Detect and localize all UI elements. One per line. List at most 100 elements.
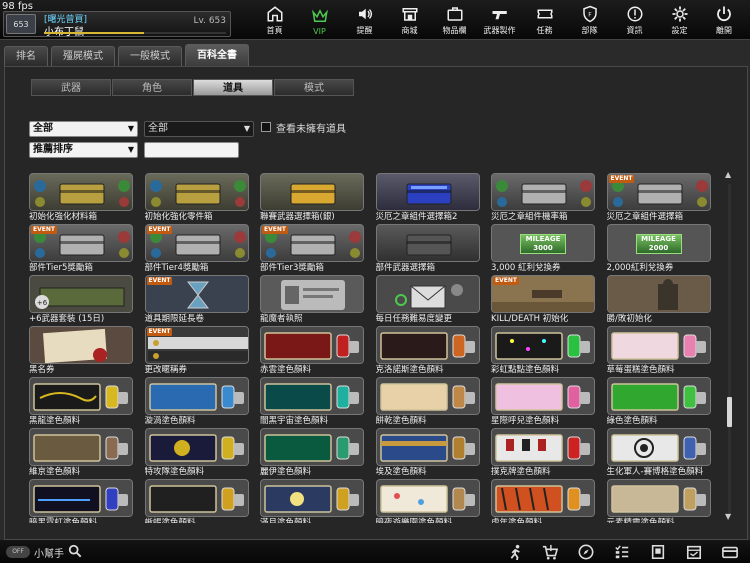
item-card[interactable]: 蜥蜴塗色顏料 xyxy=(144,479,249,523)
compass-button[interactable] xyxy=(568,542,604,561)
item-image xyxy=(492,174,594,210)
item-card[interactable]: 彩虹點點塗色顏料 xyxy=(491,326,595,377)
scrollbar-thumb[interactable] xyxy=(727,397,732,427)
item-card[interactable]: EVENT 災厄之章組件選擇箱 xyxy=(606,173,711,224)
item-card[interactable]: EVENT 道具期限延長卷 xyxy=(144,275,249,326)
item-card[interactable]: 草莓蛋糕塗色顏料 xyxy=(606,326,711,377)
item-thumbnail xyxy=(29,326,133,364)
item-card[interactable]: 初始化強化材料箱 xyxy=(29,173,133,224)
scrollbar-track[interactable] xyxy=(728,184,731,514)
item-card[interactable]: 元素精靈塗色顏料 xyxy=(606,479,711,523)
subtab-characters[interactable]: 角色 xyxy=(112,79,192,96)
item-card[interactable]: EVENT 更改暱稱券 xyxy=(144,326,249,377)
show-unowned-label: 查看未擁有道具 xyxy=(276,124,346,135)
nav-home[interactable]: 首頁 xyxy=(252,2,297,38)
item-card[interactable]: 赤雲塗色顏料 xyxy=(260,326,364,377)
bookmark-button[interactable] xyxy=(640,542,676,561)
item-card[interactable]: MILEAGE 2000 2,000紅利兌換券 xyxy=(606,224,711,275)
item-card[interactable]: 每日任務難易度變更 xyxy=(375,275,480,326)
scroll-up-icon[interactable]: ▲ xyxy=(725,170,731,179)
item-image xyxy=(145,480,248,516)
helper-toggle[interactable]: OFF xyxy=(6,546,30,558)
event-badge: EVENT xyxy=(608,175,635,183)
item-name: +6武器套裝 (15日) xyxy=(29,314,105,324)
item-card[interactable]: 虎年塗色顏料 xyxy=(491,479,595,523)
item-card[interactable]: 特攻隊塗色顏料 xyxy=(144,428,249,479)
shop-icon xyxy=(402,8,417,21)
item-card[interactable]: 龍魔者執照 xyxy=(260,275,364,326)
item-name: KILL/DEATH 初始化 xyxy=(491,314,569,324)
nav-bag[interactable]: 物品欄 xyxy=(432,2,477,38)
item-image xyxy=(30,327,132,363)
item-card[interactable]: EVENT 部件Tier3獎勵箱 xyxy=(260,224,364,275)
nav-gear[interactable]: 設定 xyxy=(657,2,702,38)
item-card[interactable]: 星際呼兒塗色顏料 xyxy=(491,377,595,428)
item-card[interactable]: EVENT 部件Tier4獎勵箱 xyxy=(144,224,249,275)
item-card[interactable]: 災厄之章組件機率箱 xyxy=(491,173,595,224)
item-card[interactable]: 綠色塗色顏料 xyxy=(606,377,711,428)
nav-crown[interactable]: VIP xyxy=(297,2,342,38)
show-unowned-checkbox[interactable] xyxy=(261,122,271,132)
player-level: Lv. 653 xyxy=(193,16,226,26)
tab-zombie-mode[interactable]: 殭屍模式 xyxy=(51,46,115,66)
nav-label: 設定 xyxy=(671,26,688,35)
nav-shop[interactable]: 商城 xyxy=(387,2,432,38)
subtab-modes[interactable]: 模式 xyxy=(274,79,354,96)
scroll-down-icon[interactable]: ▼ xyxy=(725,512,731,521)
subcategory-select[interactable]: 全部 ▼ xyxy=(144,121,254,137)
card-button[interactable] xyxy=(712,542,748,561)
item-card[interactable]: 黑龍塗色顏料 xyxy=(29,377,133,428)
nav-info[interactable]: 資訊 xyxy=(612,2,657,38)
search-input[interactable] xyxy=(144,142,239,158)
event-badge: EVENT xyxy=(493,277,519,285)
ticket-icon xyxy=(537,9,552,19)
item-card[interactable]: EVENT KILL/DEATH 初始化 xyxy=(491,275,595,326)
item-card[interactable]: 聯賽武器選擇箱(銀) xyxy=(260,173,364,224)
item-card[interactable]: 漩渦塗色顏料 xyxy=(144,377,249,428)
item-card[interactable]: 初始化強化零件箱 xyxy=(144,173,249,224)
nav-shield[interactable]: F 部隊 xyxy=(567,2,612,38)
cart-button[interactable] xyxy=(532,542,568,561)
nav-speaker[interactable]: 提醒 xyxy=(342,2,387,38)
item-image xyxy=(261,480,363,516)
item-card[interactable]: 麗伊塗色顏料 xyxy=(260,428,364,479)
tab-ranking[interactable]: 排名 xyxy=(4,46,48,66)
tab-encyclopedia[interactable]: 百科全書 xyxy=(185,44,249,66)
item-card[interactable]: 維京塗色顏料 xyxy=(29,428,133,479)
item-card[interactable]: 生化軍人-賽博格塗色顏料 xyxy=(606,428,711,479)
item-card[interactable]: 黑名券 xyxy=(29,326,133,377)
item-card[interactable]: +6 +6武器套裝 (15日) xyxy=(29,275,133,326)
subtab-items[interactable]: 道具 xyxy=(193,79,273,96)
item-card[interactable]: 災厄之章組件選擇箱2 xyxy=(375,173,480,224)
tab-normal-mode[interactable]: 一般模式 xyxy=(118,46,182,66)
item-card[interactable]: 暗黑霓虹塗色顏料 xyxy=(29,479,133,523)
item-card[interactable]: 闇黑宇宙塗色顏料 xyxy=(260,377,364,428)
nav-label: 首頁 xyxy=(266,26,283,35)
item-image xyxy=(30,378,132,414)
nav-ticket[interactable]: 任務 xyxy=(522,2,567,38)
runner-button[interactable] xyxy=(496,542,532,561)
item-card[interactable]: 部件武器選擇箱 xyxy=(375,224,480,275)
category-select[interactable]: 全部 ▼ xyxy=(29,121,138,137)
item-card[interactable]: 餅乾塗色顏料 xyxy=(375,377,480,428)
item-name: 2,000紅利兌換券 xyxy=(606,263,674,273)
item-card[interactable]: 滿月塗色顏料 xyxy=(260,479,364,523)
player-card[interactable]: 653 [曙光曾買] 小布丁鼠 Lv. 653 xyxy=(3,11,231,38)
item-card[interactable]: EVENT 部件Tier5獎勵箱 xyxy=(29,224,133,275)
item-image xyxy=(30,429,132,465)
nav-gun[interactable]: 武器製作 xyxy=(477,2,522,38)
subtab-weapons[interactable]: 武器 xyxy=(31,79,111,96)
item-card[interactable]: 撲克牌塗色顏料 xyxy=(491,428,595,479)
sort-select[interactable]: 推薦排序 ▼ xyxy=(29,142,138,158)
calendar-button[interactable] xyxy=(676,542,712,561)
item-card[interactable]: 勝/敗初始化 xyxy=(606,275,711,326)
item-card[interactable]: 克洛諾斯塗色顏料 xyxy=(375,326,480,377)
item-thumbnail xyxy=(260,173,364,211)
checklist-button[interactable] xyxy=(604,542,640,561)
item-card[interactable]: MILEAGE 3000 3,000 紅利兌換券 xyxy=(491,224,595,275)
item-card[interactable]: 暗夜遊樂園塗色顏料 xyxy=(375,479,480,523)
item-card[interactable]: 埃及塗色顏料 xyxy=(375,428,480,479)
nav-power[interactable]: 離開 xyxy=(702,2,746,38)
item-thumbnail: EVENT xyxy=(144,275,249,313)
search-icon[interactable] xyxy=(68,544,82,558)
